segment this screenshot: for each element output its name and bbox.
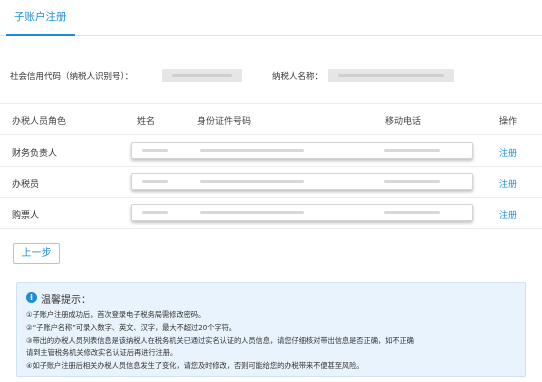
- tip-line: 请到主管税务机关修改实名认证后再进行注册。: [26, 348, 178, 357]
- tips-title: 温馨提示：: [41, 295, 91, 306]
- role-cell: 财务负责人: [12, 149, 58, 159]
- taxpayer-info-row: 社会信用代码（纳税人识别号）： 纳税人名称：: [10, 66, 530, 86]
- taxpayer-name-value-redacted: [328, 69, 454, 82]
- person-info-redacted: [131, 173, 473, 190]
- table-header: 办税人员角色 姓名 身份证件号码 移动电话 操作: [0, 103, 542, 135]
- header-mobile: 移动电话: [385, 117, 422, 127]
- credit-code-label: 社会信用代码（纳税人识别号）：: [10, 72, 134, 82]
- table-row: 购票人 注册: [0, 198, 542, 229]
- tip-line: ①子账户注册成功后，首次登录电子税务局需修改密码。: [26, 310, 206, 319]
- tips-panel: i 温馨提示： ①子账户注册成功后，首次登录电子税务局需修改密码。 ②“子账户名…: [16, 282, 526, 377]
- tab-bar: 子账户注册: [0, 0, 542, 36]
- person-info-redacted: [131, 204, 473, 221]
- header-action: 操作: [499, 117, 518, 127]
- header-name: 姓名: [137, 117, 156, 127]
- register-link[interactable]: 注册: [499, 146, 517, 159]
- role-cell: 购票人: [12, 211, 40, 221]
- person-info-redacted: [131, 142, 473, 159]
- credit-code-value-redacted: [162, 69, 242, 82]
- register-link[interactable]: 注册: [499, 177, 517, 190]
- table-row: 办税员 注册: [0, 167, 542, 198]
- previous-step-button[interactable]: 上一步: [13, 243, 60, 264]
- tip-line: ②“子账户名称”可录入数字、英文、汉字，最大不超过20个字符。: [26, 323, 237, 332]
- header-id-number: 身份证件号码: [197, 117, 252, 127]
- role-cell: 办税员: [12, 180, 40, 190]
- tab-subaccount-register[interactable]: 子账户注册: [6, 0, 75, 36]
- tip-line: ③带出的办税人员列表信息是该纳税人在税务机关已通过实名认证的人员信息，请您仔细核…: [26, 336, 414, 345]
- taxpayer-name-label: 纳税人名称：: [272, 72, 324, 82]
- register-link[interactable]: 注册: [499, 208, 517, 221]
- info-icon: i: [26, 292, 37, 303]
- header-role: 办税人员角色: [12, 117, 67, 127]
- tip-line: ④如子账户注册后相关办税人员信息发生了变化，请您及时修改，否则可能给您的办税带来…: [26, 361, 364, 370]
- table-row: 财务负责人 注册: [0, 136, 542, 167]
